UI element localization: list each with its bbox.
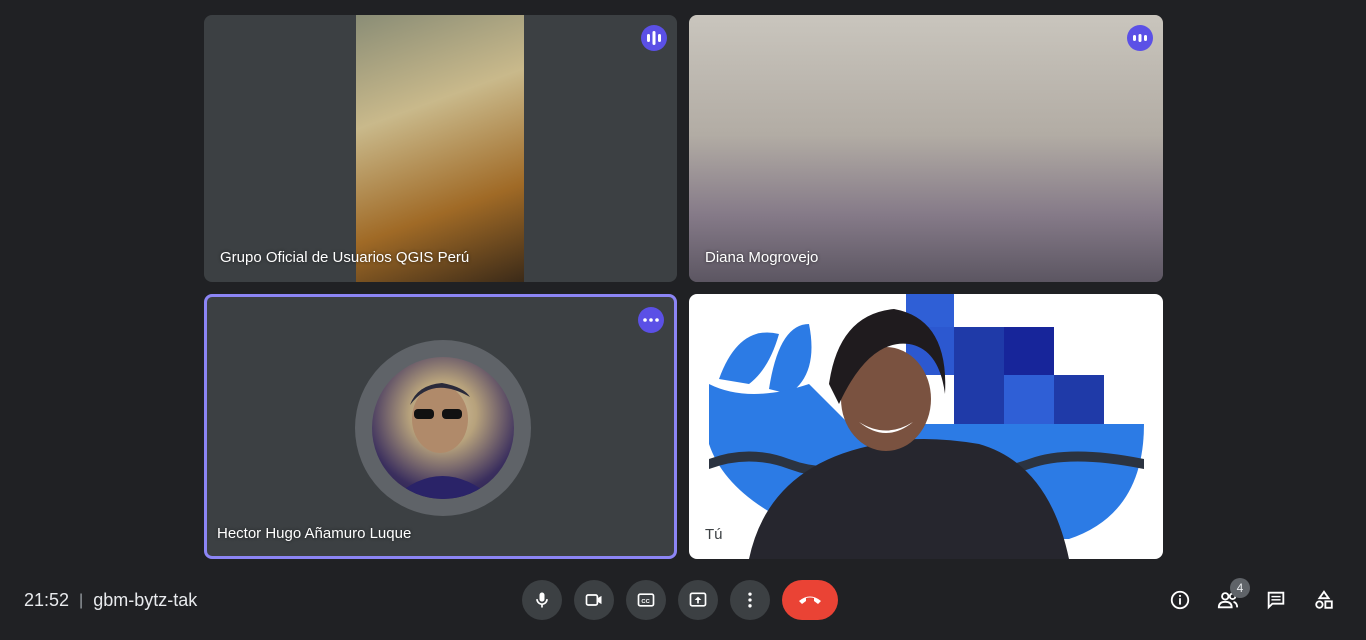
more-options-button[interactable] <box>730 580 770 620</box>
more-dots-icon <box>643 318 659 322</box>
participant-name: Hector Hugo Añamuro Luque <box>217 525 412 542</box>
participant-video <box>689 15 1163 282</box>
participant-tile-diana[interactable]: Diana Mogrovejo <box>689 15 1163 282</box>
side-controls: 4 <box>1160 578 1344 620</box>
participant-tile-self[interactable]: Tú <box>689 294 1163 559</box>
captions-button[interactable]: CC <box>626 580 666 620</box>
more-options-button[interactable] <box>638 307 664 333</box>
meeting-time: 21:52 <box>24 590 70 610</box>
meeting-details: 21:52 | gbm-bytz-tak <box>24 590 197 611</box>
chat-button[interactable] <box>1256 580 1296 620</box>
captions-icon: CC <box>637 593 655 607</box>
end-call-button[interactable] <box>782 580 838 620</box>
present-button[interactable] <box>678 580 718 620</box>
activities-button[interactable] <box>1304 580 1344 620</box>
virtual-background <box>709 294 1144 559</box>
speaking-indicator <box>1127 25 1153 51</box>
meeting-separator: | <box>79 591 84 609</box>
participant-tile-grupo-qgis[interactable]: Grupo Oficial de Usuarios QGIS Perú <box>204 15 677 282</box>
people-button[interactable]: 4 <box>1208 578 1250 620</box>
present-screen-icon <box>689 592 707 607</box>
camera-button[interactable] <box>574 580 614 620</box>
camera-icon <box>585 594 602 606</box>
participant-name: Grupo Oficial de Usuarios QGIS Perú <box>220 249 470 266</box>
mic-icon <box>536 592 548 608</box>
meeting-code: gbm-bytz-tak <box>93 590 198 610</box>
chat-icon <box>1267 591 1285 610</box>
participant-video <box>356 15 524 282</box>
speaking-indicator <box>641 25 667 51</box>
end-call-icon <box>799 596 821 604</box>
microphone-button[interactable] <box>522 580 562 620</box>
participant-name: Diana Mogrovejo <box>705 249 819 266</box>
participant-name: Tú <box>705 526 723 543</box>
bottom-toolbar: 21:52 | gbm-bytz-tak CC 4 <box>0 570 1366 630</box>
avatar <box>372 357 514 499</box>
call-controls: CC <box>522 580 838 620</box>
activities-icon <box>1315 590 1333 609</box>
more-options-icon <box>748 592 752 608</box>
audio-bars-icon <box>1133 34 1147 42</box>
svg-text:CC: CC <box>641 599 650 605</box>
meeting-info-button[interactable] <box>1160 580 1200 620</box>
avatar-ring <box>355 340 531 516</box>
audio-bars-icon <box>647 31 661 45</box>
participant-count-badge: 4 <box>1230 578 1250 598</box>
participant-tile-hector[interactable]: Hector Hugo Añamuro Luque <box>204 294 677 559</box>
info-icon <box>1170 590 1190 610</box>
